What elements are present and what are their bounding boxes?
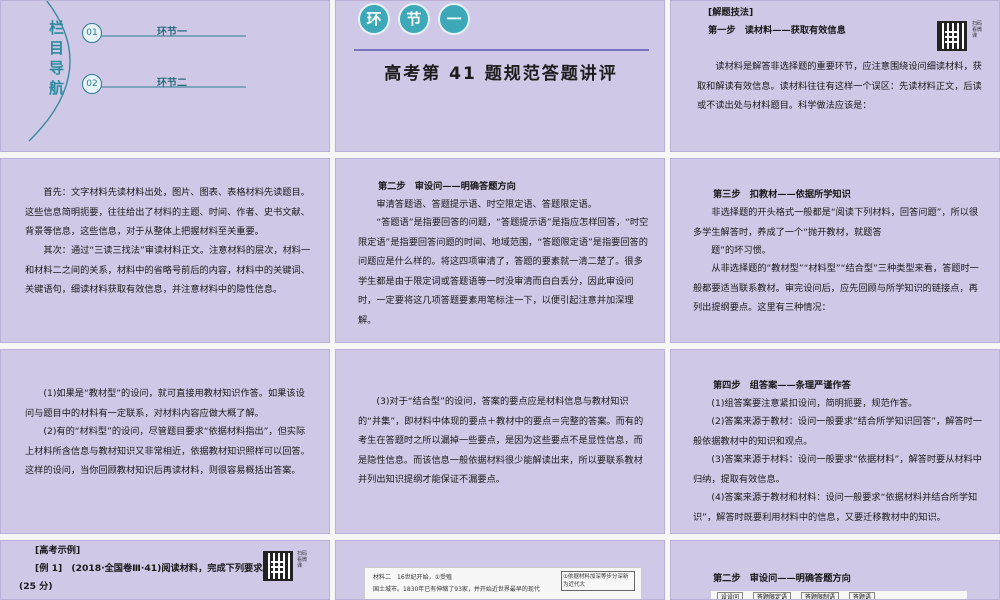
step2-diagram: 设设问 答题限定语 答题限制语 答题语 bbox=[711, 591, 967, 599]
nav-item-1-label[interactable]: 环节一 bbox=[157, 23, 187, 38]
qr-code-icon-2[interactable] bbox=[263, 551, 293, 581]
slide-material-excerpt: 材料二 16世纪开始，①受殖 国土城市。1830年已有伸缩了93家，并开始近世界… bbox=[335, 540, 665, 600]
section-divider bbox=[354, 49, 649, 51]
slide-question-types-1: (1)如果是“教材型”的设问，就可直接用教材知识作答。如果该设问与题目中的材料有… bbox=[0, 349, 330, 534]
slide-step4: 第四步 组答案——条理严谨作答 (1)组答案要注意紧扣设问，简明扼要，规范作答。… bbox=[670, 349, 1000, 534]
diagram-box-2: 答题限定语 bbox=[753, 592, 792, 599]
step2-paragraph-1: 审清答题语、答题提示语、时空限定语、答题限定语。 bbox=[376, 199, 597, 210]
step4-item-2: (2)答案来源于教材：设问一般要求“结合所学知识回答”，解答时一般依据教材中的知… bbox=[693, 416, 982, 447]
slide-reading-method: 首先：文字材料先读材料出处，图片、图表、表格材料先读题目。这些信息简明扼要，往往… bbox=[0, 158, 330, 343]
slide-nav: 栏目导航 01 环节一 02 环节二 bbox=[0, 0, 330, 152]
combined-type-paragraph: (3)对于“结合型”的设问，答案的要点应是材料信息与教材知识的“并集”，即材料中… bbox=[358, 396, 644, 485]
badge-huan: 环 bbox=[358, 3, 390, 35]
nav-title: 栏目导航 bbox=[49, 21, 65, 97]
page-title: 高考第 41 题规范答题讲评 bbox=[384, 64, 618, 84]
nav-item-2-label[interactable]: 环节二 bbox=[157, 74, 187, 89]
step1-paragraph: 读材料是解答非选择题的重要环节，应注意围绕设问细读材料，获取和解读有效信息。读材… bbox=[697, 61, 982, 111]
slide-step1: [解题技法] 第一步 读材料——获取有效信息 扫码看微课 读材料是解答非选择题的… bbox=[670, 0, 1000, 152]
example-question: [例 1] (2018·全国卷Ⅲ·41)阅读材料，完成下列要求。 bbox=[35, 563, 272, 574]
example-tag: [高考示例] bbox=[35, 545, 81, 556]
step3-paragraph-1-end: 题”的坏习惯。 bbox=[711, 245, 771, 256]
slide-exam-example: [高考示例] [例 1] (2018·全国卷Ⅲ·41)阅读材料，完成下列要求。 … bbox=[0, 540, 330, 600]
step4-heading: 第四步 组答案——条理严谨作答 bbox=[713, 380, 851, 391]
nav-item-1[interactable]: 01 bbox=[82, 23, 102, 43]
nav-item-2[interactable]: 02 bbox=[82, 74, 102, 94]
slide-step3: 第三步 扣教材——依据所学知识 非选择题的开头格式一般都是“阅读下列材料，回答问… bbox=[670, 158, 1000, 343]
step4-item-3: (3)答案来源于材料：设问一般要求“依据材料”，解答时要从材料中归纳，提取有效信… bbox=[693, 454, 982, 485]
qr-code-icon[interactable] bbox=[937, 21, 967, 51]
section-badges: 环 节 一 bbox=[358, 3, 470, 35]
method-tag: [解题技法] bbox=[708, 7, 754, 18]
diagram-box-1: 设设问 bbox=[717, 592, 744, 599]
qr-caption-2: 扫码看微课 bbox=[297, 551, 308, 569]
slide-question-types-2: (3)对于“结合型”的设问，答案的要点应是材料信息与教材知识的“并集”，即材料中… bbox=[335, 349, 665, 534]
step2-heading: 第二步 审设问——明确答题方向 bbox=[378, 181, 516, 192]
material-line-2: 国土城市。1830年已有伸缩了93家，并开始近世界最早的现代 bbox=[373, 586, 540, 593]
example-score: (25 分) bbox=[19, 581, 53, 592]
step3-heading: 第三步 扣教材——依据所学知识 bbox=[713, 189, 851, 200]
slide-section-title: 环 节 一 高考第 41 题规范答题讲评 bbox=[335, 0, 665, 152]
slide-step2-diagram: 第二步 审设问——明确答题方向 设设问 答题限定语 答题限制语 答题语 bbox=[670, 540, 1000, 600]
textbook-type-paragraph: (1)如果是“教材型”的设问，就可直接用教材知识作答。如果该设问与题目中的材料有… bbox=[25, 388, 305, 419]
material-annotation: ①依据材料加深等步分深新为近代大 bbox=[561, 571, 635, 591]
qr-caption: 扫码看微课 bbox=[972, 21, 983, 39]
step4-item-1: (1)组答案要注意紧扣设问，简明扼要，规范作答。 bbox=[711, 398, 918, 409]
material-line-1: 材料二 16世纪开始，①受殖 bbox=[373, 574, 453, 581]
nav-item-1-number: 01 bbox=[82, 23, 102, 43]
nav-item-2-number: 02 bbox=[82, 74, 102, 94]
reading-first-paragraph: 首先：文字材料先读材料出处，图片、图表、表格材料先读题目。这些信息简明扼要，往往… bbox=[25, 187, 310, 237]
badge-yi: 一 bbox=[438, 3, 470, 35]
step3-paragraph-2: 从非选择题的“教材型”“材料型”“结合型”三种类型来看，答题时一般都要适当联系教… bbox=[693, 263, 979, 313]
step1-heading: 第一步 读材料——获取有效信息 bbox=[708, 25, 846, 36]
diagram-box-4: 答题语 bbox=[849, 592, 876, 599]
diagram-box-3: 答题限制语 bbox=[801, 592, 840, 599]
step4-item-4: (4)答案来源于教材和材料：设问一般要求“依据材料并结合所学知识”，解答时既要利… bbox=[693, 492, 978, 523]
badge-jie: 节 bbox=[398, 3, 430, 35]
step3-paragraph-1: 非选择题的开头格式一般都是“阅读下列材料，回答问题”，所以很多学生解答时，养成了… bbox=[693, 207, 979, 238]
reading-second-paragraph: 其次：通过“三读三找法”审读材料正文。注意材料的层次，材料一和材料二之间的关系，… bbox=[25, 245, 311, 295]
material-type-paragraph: (2)有的“材料型”的设问，尽管题目要求“依据材料指出”，但实际上材料所含信息与… bbox=[25, 426, 310, 476]
step2-diagram-heading: 第二步 审设问——明确答题方向 bbox=[713, 573, 851, 584]
material-scan: 材料二 16世纪开始，①受殖 国土城市。1830年已有伸缩了93家，并开始近世界… bbox=[364, 567, 642, 599]
step2-paragraph-2: “答题语”是指要回答的问题，“答题提示语”是指应怎样回答，“时空限定语”是指要回… bbox=[358, 217, 649, 326]
slide-step2: 第二步 审设问——明确答题方向 审清答题语、答题提示语、时空限定语、答题限定语。… bbox=[335, 158, 665, 343]
